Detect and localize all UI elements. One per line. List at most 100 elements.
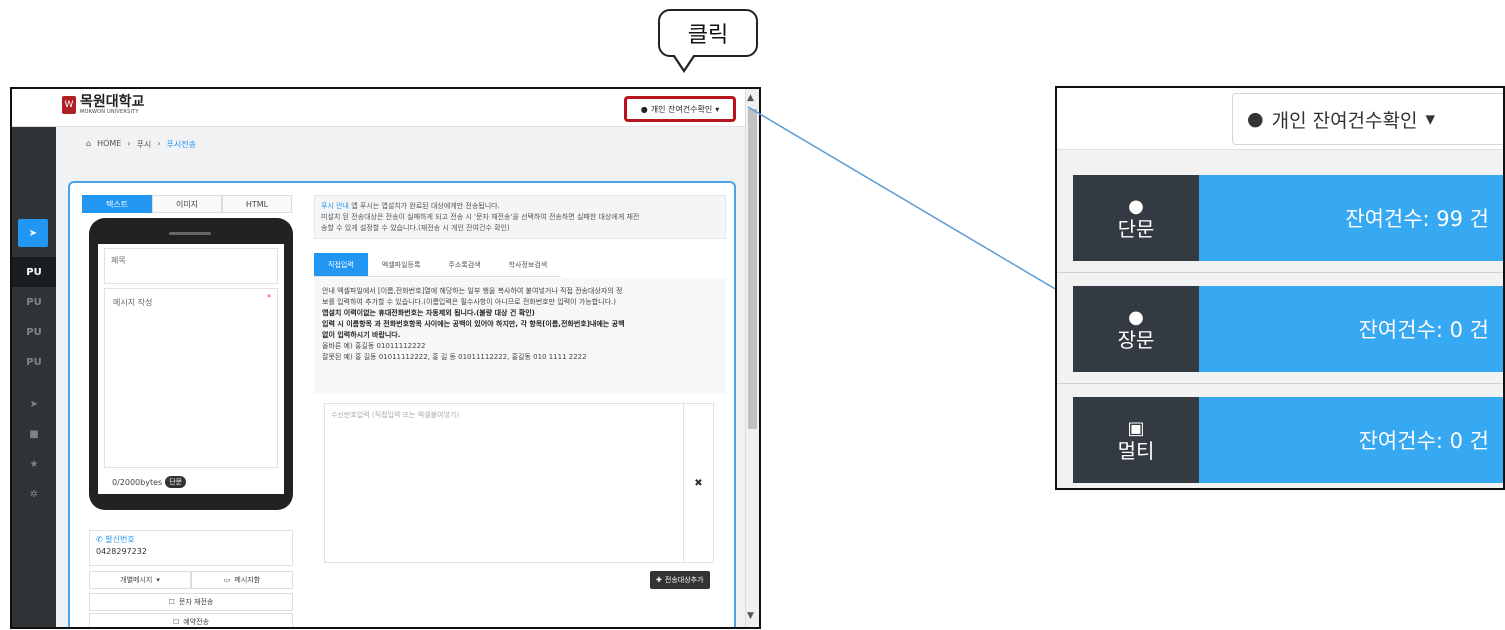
message-box-label: 메시지함 bbox=[234, 576, 261, 584]
notice-highlight: 푸시 안내 bbox=[321, 202, 349, 210]
guide-line-2: 보를 입력하여 추가할 수 있습니다.(이름입력은 필수사항이 아니므로 전화번… bbox=[322, 298, 616, 306]
sender-number-field[interactable]: ✆ 발신번호 0428297232 bbox=[89, 530, 293, 566]
university-emblem-icon: W bbox=[62, 96, 76, 114]
notice-line-1: 앱 푸시는 앱설치가 완료된 대상에게만 전송됩니다. bbox=[349, 202, 500, 210]
tab-academic-search[interactable]: 학사정보검색 bbox=[494, 253, 562, 277]
logo[interactable]: W 목원대학교 MOKWON UNIVERSITY bbox=[62, 95, 144, 115]
zoom-remaining-button[interactable]: ● 개인 잔여건수확인 ▾ bbox=[1232, 93, 1503, 145]
notice-line-3: 송할 수 있게 설정할 수 있습니다.(재전송 시 개인 잔여건수 확인) bbox=[321, 224, 510, 232]
tab-text-label: 텍스트 bbox=[105, 199, 129, 209]
message-option-row: 개별메시지 ▾ ▭ 메시지함 bbox=[89, 571, 293, 589]
book-icon[interactable]: ■ bbox=[12, 419, 56, 449]
tab-html[interactable]: HTML bbox=[222, 195, 292, 213]
guide-line-6: 올바른 예) 홍길동 01011112222 bbox=[322, 342, 426, 350]
sidebar: ➤ PU PU PU PU ➤ ■ ★ ✲ bbox=[12, 127, 56, 627]
caret-down-icon: ▾ bbox=[156, 576, 160, 584]
tab-direct-input[interactable]: 직접입력 bbox=[314, 253, 368, 277]
resend-checkbox[interactable]: ☐ 문자 재전송 bbox=[89, 593, 293, 611]
phone-preview: 제목 메시지 작성 * 0/2000bytes 단문 bbox=[89, 218, 293, 510]
tab-excel-upload[interactable]: 엑셀파일등록 bbox=[367, 253, 435, 277]
phone-screen: 제목 메시지 작성 * 0/2000bytes 단문 bbox=[98, 244, 284, 494]
remaining-row-long: ● 장문 잔여건수: 0 건 bbox=[1073, 286, 1503, 372]
add-recipient-label: 전송대상추가 bbox=[664, 576, 704, 584]
sidebar-item-pu-3[interactable]: PU bbox=[12, 317, 56, 347]
divider bbox=[1057, 272, 1503, 273]
logo-title: 목원대학교 bbox=[80, 94, 145, 110]
tab-address-search[interactable]: 주소록검색 bbox=[434, 253, 495, 277]
clear-icon[interactable]: ✖ bbox=[683, 404, 713, 562]
gear-icon[interactable]: ✲ bbox=[12, 479, 56, 509]
sender-label: 발신번호 bbox=[105, 535, 135, 544]
checkbox-icon: ☐ bbox=[172, 618, 180, 626]
tab-text[interactable]: 텍스트 bbox=[82, 195, 152, 213]
tab-image-label: 이미지 bbox=[175, 199, 199, 209]
tab-image[interactable]: 이미지 bbox=[152, 195, 222, 213]
message-input[interactable]: 메시지 작성 * bbox=[104, 288, 278, 468]
top-bar: W 목원대학교 MOKWON UNIVERSITY ● 개인 잔여건수확인 ▾ bbox=[12, 89, 745, 127]
reserve-send-checkbox[interactable]: ☐ 예약전송 bbox=[89, 613, 293, 627]
breadcrumb-current: 푸시전송 bbox=[166, 140, 196, 149]
add-recipient-button[interactable]: ✚ 전송대상추가 bbox=[650, 571, 710, 589]
notice-line-2: 미설치 된 전송대상은 전송이 실패하게 되고 전송 시 '문자 재전송'을 선… bbox=[321, 213, 640, 221]
sidebar-item-pu-2[interactable]: PU bbox=[12, 287, 56, 317]
input-guide: 안내 엑셀파일에서 [이름,전화번호]열에 해당하는 일부 행을 복사하여 붙여… bbox=[314, 278, 726, 394]
star-icon[interactable]: ★ bbox=[12, 449, 56, 479]
scroll-thumb[interactable] bbox=[748, 109, 757, 429]
breadcrumb-separator: › bbox=[127, 139, 131, 148]
guide-line-3: 앱설치 이력이없는 휴대전화번호는 자동제외 됩니다.(불량 대상 건 확인) bbox=[322, 309, 535, 317]
checkbox-icon: ☐ bbox=[168, 598, 175, 606]
remaining-count-button[interactable]: ● 개인 잔여건수확인 ▾ bbox=[624, 96, 736, 122]
multi-message-label: 멀티 bbox=[1117, 439, 1155, 463]
recipient-input[interactable]: 수신번호입력 (직접입력 또는 엑셀붙여넣기) ✖ bbox=[324, 403, 714, 563]
sender-number: 0428297232 bbox=[96, 547, 147, 556]
caret-down-icon: ▾ bbox=[715, 104, 720, 114]
sidebar-item-pu-4[interactable]: PU bbox=[12, 347, 56, 377]
callout-label: 클릭 bbox=[687, 23, 729, 48]
sidebar-send-icon[interactable]: ➤ bbox=[18, 219, 48, 247]
message-placeholder: 메시지 작성 bbox=[113, 298, 153, 307]
sidebar-item-pu-1[interactable]: PU bbox=[12, 257, 56, 287]
zoom-panel: ● 개인 잔여건수확인 ▾ ● 단문 잔여건수: 99 건 ● 장문 잔여건수:… bbox=[1055, 86, 1505, 490]
guide-line-1: 안내 엑셀파일에서 [이름,전화번호]열에 해당하는 일부 행을 복사하여 붙여… bbox=[322, 287, 623, 295]
speech-bubble-icon: ● bbox=[1247, 108, 1264, 130]
multi-message-count: 잔여건수: 0 건 bbox=[1199, 397, 1503, 483]
logo-subtitle: MOKWON UNIVERSITY bbox=[80, 109, 139, 115]
scroll-down-icon[interactable]: ▼ bbox=[747, 611, 754, 621]
remaining-row-short: ● 단문 잔여건수: 99 건 bbox=[1073, 175, 1503, 261]
long-message-label: 장문 bbox=[1117, 328, 1155, 352]
phone-icon: ✆ bbox=[96, 535, 103, 544]
guide-line-4: 입력 시 이름항목 과 전화번호항목 사이에는 공백이 있어야 하지만, 각 항… bbox=[322, 320, 625, 328]
byte-count: 0/2000bytes bbox=[112, 477, 163, 487]
message-box-button[interactable]: ▭ 메시지함 bbox=[191, 571, 293, 589]
resend-label: 문자 재전송 bbox=[178, 598, 214, 606]
long-message-count: 잔여건수: 0 건 bbox=[1199, 286, 1503, 372]
short-message-tile: ● 단문 bbox=[1073, 175, 1199, 261]
short-message-count: 잔여건수: 99 건 bbox=[1199, 175, 1503, 261]
speech-bubble-icon: ● bbox=[1128, 307, 1144, 328]
reserve-send-label: 예약전송 bbox=[183, 618, 210, 626]
tutorial-screenshot: 클릭 W 목원대학교 MOKWON UNIVERSITY ● 개인 잔여건수확인… bbox=[0, 0, 1505, 630]
scroll-up-icon[interactable]: ▲ bbox=[747, 93, 754, 103]
tab-html-label: HTML bbox=[245, 199, 269, 209]
divider bbox=[1057, 383, 1503, 384]
zoom-button-label: 개인 잔여건수확인 bbox=[1271, 109, 1418, 132]
push-notice: 푸시 안내 앱 푸시는 앱설치가 완료된 대상에게만 전송됩니다. 미설치 된 … bbox=[314, 195, 726, 239]
app-window: W 목원대학교 MOKWON UNIVERSITY ● 개인 잔여건수확인 ▾ … bbox=[10, 87, 761, 629]
multi-message-tile: ▣ 멀티 bbox=[1073, 397, 1199, 483]
byte-counter: 0/2000bytes 단문 bbox=[112, 476, 187, 488]
recipient-tabs: 직접입력 엑셀파일등록 주소록검색 학사정보검색 bbox=[314, 253, 562, 277]
breadcrumb-home[interactable]: HOME bbox=[97, 139, 121, 150]
scrollbar[interactable]: ▲ ▼ bbox=[745, 89, 759, 627]
breadcrumb-separator: › bbox=[157, 139, 161, 148]
short-message-label: 단문 bbox=[1117, 217, 1155, 241]
individual-message-select[interactable]: 개별메시지 ▾ bbox=[89, 571, 191, 589]
send-icon[interactable]: ➤ bbox=[12, 389, 56, 419]
click-callout: 클릭 bbox=[658, 9, 758, 57]
push-send-panel: 텍스트 이미지 HTML 제목 메시지 작성 * 0/2000bytes 단문 bbox=[68, 181, 736, 627]
message-type-tabs: 텍스트 이미지 HTML bbox=[82, 195, 292, 213]
breadcrumb-push[interactable]: 푸시 bbox=[137, 139, 152, 150]
subject-input[interactable]: 제목 bbox=[104, 248, 278, 284]
recipient-placeholder: 수신번호입력 (직접입력 또는 엑셀붙여넣기) bbox=[331, 411, 460, 419]
message-type-badge: 단문 bbox=[165, 476, 187, 488]
zoom-top-bar: ● 개인 잔여건수확인 ▾ bbox=[1057, 88, 1503, 150]
